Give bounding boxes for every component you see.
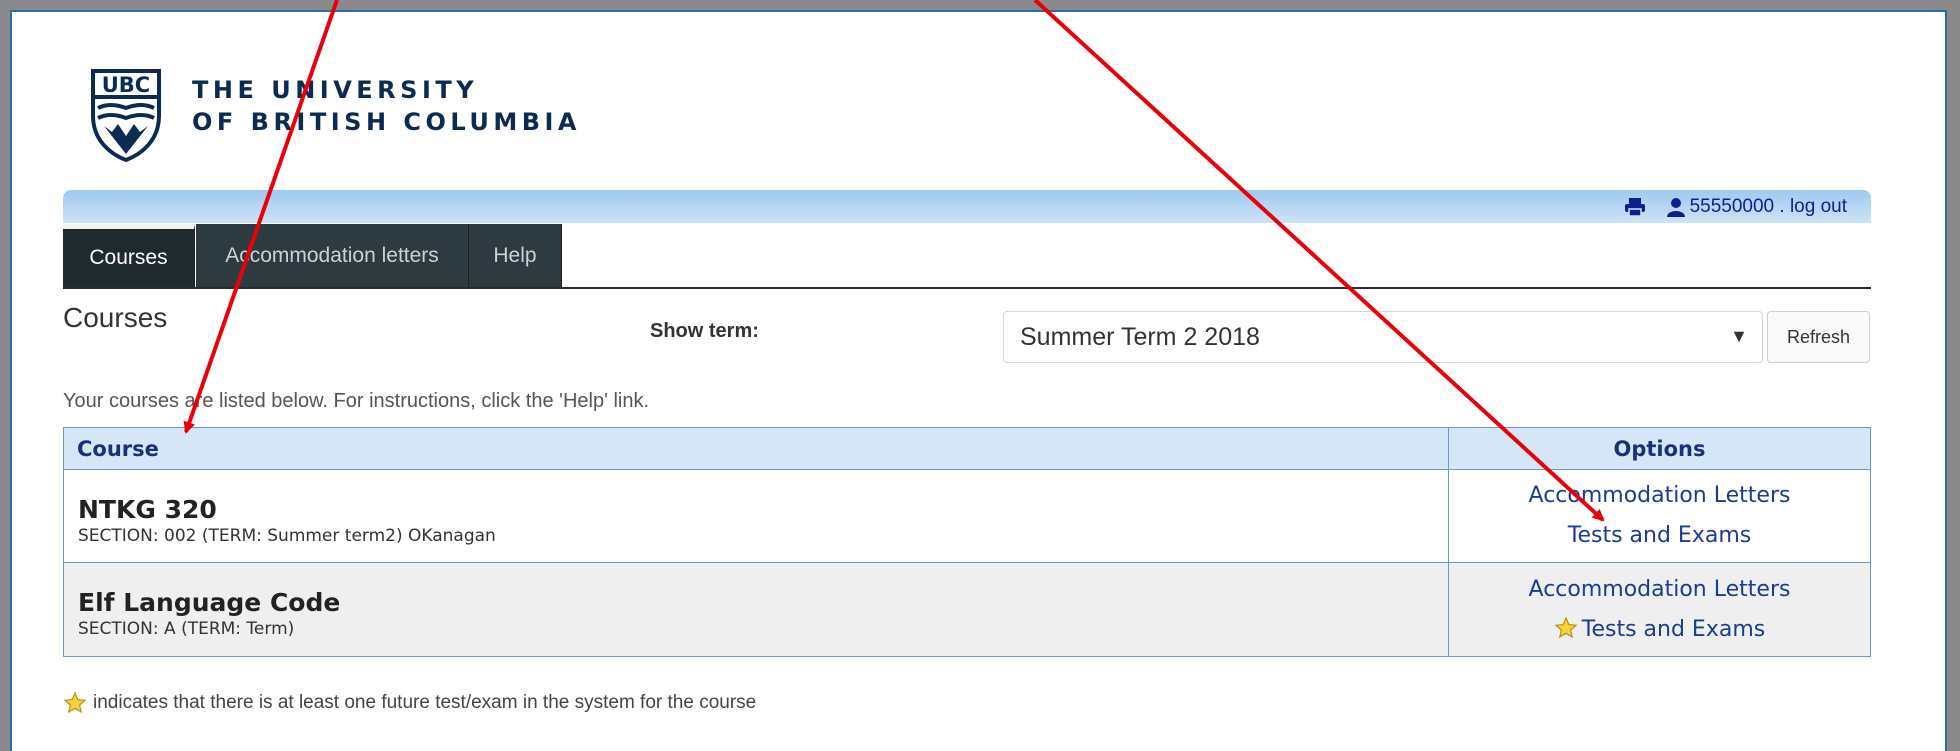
tab-help[interactable]: Help: [469, 224, 562, 287]
main-nav: Courses Accommodation letters Help: [63, 224, 1871, 289]
course-name: NTKG 320: [78, 494, 217, 524]
intro-text: Your courses are listed below. For instr…: [63, 390, 650, 412]
course-cell: Elf Language Code SECTION: A (TERM: Term…: [63, 562, 1449, 657]
course-section: SECTION: A (TERM: Term): [78, 619, 295, 639]
user-separator: .: [1774, 196, 1790, 217]
logout-link[interactable]: log out: [1790, 196, 1847, 218]
tests-and-exams-link[interactable]: Tests and Exams: [1568, 523, 1751, 548]
term-select[interactable]: Summer Term 2 2018 ▼: [1003, 311, 1763, 363]
accommodation-letters-link[interactable]: Accommodation Letters: [1529, 577, 1791, 602]
university-name-line1: THE UNIVERSITY: [192, 76, 479, 104]
user-icon: [1666, 198, 1685, 217]
top-bar: 55550000 . log out: [63, 190, 1871, 223]
user-id: 55550000: [1689, 196, 1775, 217]
legend-text: indicates that there is at least one fut…: [93, 692, 757, 713]
refresh-button[interactable]: Refresh: [1767, 311, 1870, 363]
dropdown-caret-icon: ▼: [1730, 326, 1748, 346]
courses-table: Course Options NTKG 320 SECTION: 002 (TE…: [63, 427, 1871, 657]
page-title: Courses: [63, 302, 168, 333]
tests-and-exams-link[interactable]: Tests and Exams: [1582, 617, 1765, 642]
course-section: SECTION: 002 (TERM: Summer term2) OKanag…: [78, 525, 496, 546]
svg-text:UBC: UBC: [102, 73, 150, 97]
options-cell: Accommodation Letters Tests and Exams: [1448, 469, 1871, 563]
printer-icon[interactable]: [1624, 197, 1646, 217]
column-header-options: Options: [1448, 427, 1871, 470]
table-row: NTKG 320 SECTION: 002 (TERM: Summer term…: [63, 469, 1871, 563]
table-header-row: Course Options: [63, 427, 1871, 470]
options-cell: Accommodation Letters Tests and Exams: [1448, 562, 1871, 657]
user-area: 55550000 . log out: [1624, 196, 1847, 218]
tab-courses[interactable]: Courses: [63, 224, 195, 287]
ubc-crest-logo: UBC: [91, 69, 161, 162]
course-cell: NTKG 320 SECTION: 002 (TERM: Summer term…: [63, 469, 1449, 563]
university-name-line2: OF BRITISH COLUMBIA: [192, 108, 582, 136]
table-row: Elf Language Code SECTION: A (TERM: Term…: [63, 562, 1871, 657]
star-icon: [1554, 616, 1578, 638]
star-icon: [63, 691, 87, 714]
university-name: THE UNIVERSITY OF BRITISH COLUMBIA: [192, 74, 581, 138]
column-header-course: Course: [63, 427, 1449, 470]
tab-accommodation-letters[interactable]: Accommodation letters: [196, 224, 469, 287]
accommodation-letters-link[interactable]: Accommodation Letters: [1529, 483, 1791, 508]
term-label: Show term:: [650, 320, 759, 342]
course-name: Elf Language Code: [78, 588, 341, 617]
legend: indicates that there is at least one fut…: [63, 691, 756, 715]
term-select-value: Summer Term 2 2018: [1020, 322, 1260, 351]
